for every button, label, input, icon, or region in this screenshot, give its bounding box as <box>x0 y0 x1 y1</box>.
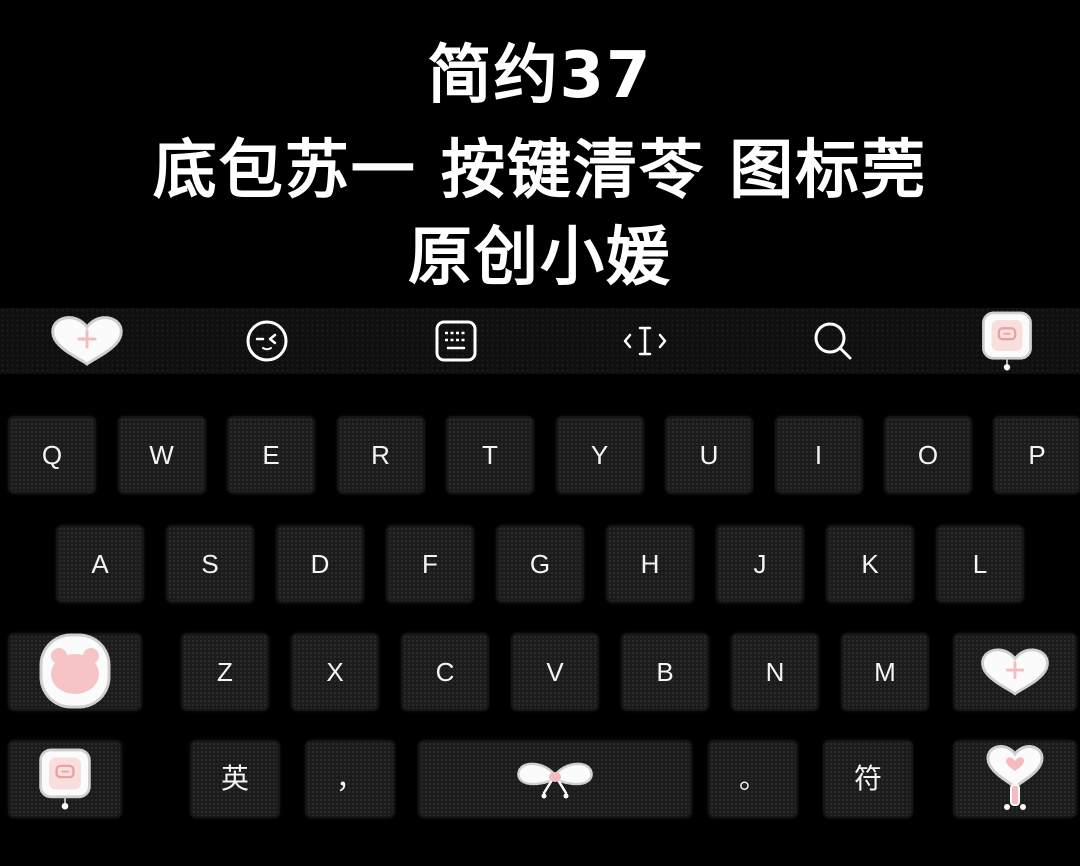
key-j[interactable]: J <box>718 527 802 601</box>
toolbar-button-add[interactable] <box>42 308 132 374</box>
heart-lollipop-icon <box>986 745 1044 810</box>
key-t[interactable]: T <box>448 418 532 492</box>
bear-sticker-icon <box>39 633 111 709</box>
shift-key[interactable] <box>10 633 140 709</box>
language-key[interactable]: 英 <box>192 742 278 816</box>
emoji-face-icon <box>246 320 288 362</box>
key-z[interactable]: Z <box>183 635 267 709</box>
key-x[interactable]: X <box>293 635 377 709</box>
toolbar-button-search[interactable] <box>788 308 878 374</box>
keyboard-toolbar <box>0 308 1080 374</box>
sticker-sign-icon <box>982 311 1032 372</box>
space-key[interactable] <box>420 742 690 816</box>
key-c[interactable]: C <box>403 635 487 709</box>
key-e[interactable]: E <box>229 418 313 492</box>
key-y[interactable]: Y <box>557 418 642 492</box>
key-g[interactable]: G <box>498 527 582 601</box>
toolbar-button-cursor[interactable] <box>600 308 690 374</box>
search-icon <box>814 322 852 360</box>
key-f[interactable]: F <box>388 527 472 601</box>
key-r[interactable]: R <box>338 418 423 492</box>
title-line-3: 原创小媛 <box>408 221 672 295</box>
backspace-key[interactable] <box>955 635 1075 709</box>
key-n[interactable]: N <box>733 635 817 709</box>
period-key[interactable]: 。 <box>710 742 796 816</box>
heart-plus-icon <box>981 648 1049 696</box>
sticker-sign-icon <box>39 748 91 811</box>
keyboard-icon <box>435 320 477 362</box>
key-w[interactable]: W <box>119 418 204 492</box>
symbol-key[interactable]: 符 <box>825 742 911 816</box>
enter-key[interactable] <box>955 742 1075 816</box>
key-m[interactable]: M <box>843 635 927 709</box>
bow-icon <box>517 762 593 799</box>
key-b[interactable]: B <box>623 635 707 709</box>
heart-plus-icon <box>51 316 123 366</box>
key-p[interactable]: P <box>995 418 1079 492</box>
cursor-icon <box>623 326 667 356</box>
toolbar-button-keyboard[interactable] <box>411 308 501 374</box>
title-line-2: 底包苏一 按键清苓 图标莞 <box>152 134 928 208</box>
key-o[interactable]: O <box>886 418 970 492</box>
key-v[interactable]: V <box>513 635 597 709</box>
comma-key[interactable]: ， <box>307 742 393 816</box>
key-q[interactable]: Q <box>10 418 94 492</box>
title-line-1: 简约37 <box>427 39 653 113</box>
key-l[interactable]: L <box>938 527 1022 601</box>
key-s[interactable]: S <box>168 527 252 601</box>
toolbar-button-emoji[interactable] <box>222 308 312 374</box>
toolbar-button-skin[interactable] <box>962 308 1052 374</box>
key-a[interactable]: A <box>58 527 142 601</box>
sticker-key[interactable] <box>10 742 120 816</box>
key-d[interactable]: D <box>278 527 362 601</box>
key-h[interactable]: H <box>608 527 692 601</box>
key-k[interactable]: K <box>828 527 912 601</box>
key-i[interactable]: I <box>776 418 861 492</box>
key-u[interactable]: U <box>667 418 751 492</box>
